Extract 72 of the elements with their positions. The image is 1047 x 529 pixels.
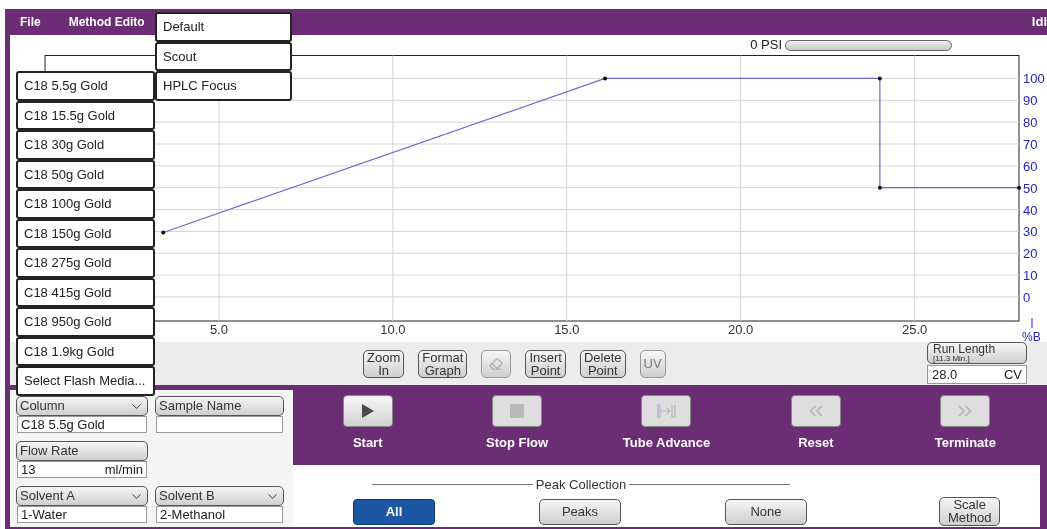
y-axis-title: %B xyxy=(1022,330,1041,344)
field-button[interactable]: Sample Name xyxy=(155,396,284,416)
control-label: Reset xyxy=(798,434,834,452)
x-tick-label: 10.0 xyxy=(380,322,406,337)
y-tick-label: 10 xyxy=(1023,268,1038,284)
menu-item[interactable]: C18 30g Gold xyxy=(16,130,155,160)
input-field[interactable]: C18 5.5g Gold xyxy=(17,416,147,433)
menu-item[interactable]: C18 15.5g Gold xyxy=(16,100,155,130)
x-tick-label: 15.0 xyxy=(554,322,580,337)
pressure-reading: 0 PSI xyxy=(750,36,782,55)
field-button[interactable]: Flow Rate xyxy=(16,441,148,461)
tool-button[interactable]: Format Graph xyxy=(418,349,468,378)
y-tick-label: 50 xyxy=(1023,180,1038,196)
y-tick-label: 60 xyxy=(1023,158,1038,174)
menu-item[interactable]: C18 950g Gold xyxy=(16,307,155,337)
control-label: Tube Advance xyxy=(622,434,711,452)
gradient-point[interactable] xyxy=(1017,185,1021,190)
option-button[interactable]: Peaks xyxy=(539,498,621,525)
y-axis-label: %B xyxy=(1022,317,1041,342)
gradient-point[interactable] xyxy=(603,76,608,81)
option-button[interactable]: All xyxy=(353,498,435,525)
y-tick-label: 70 xyxy=(1023,137,1038,152)
tool-button[interactable]: Zoom In xyxy=(363,349,405,378)
menu-item[interactable]: C18 100g Gold xyxy=(16,189,155,219)
x-tick-label: 20.0 xyxy=(728,322,754,337)
control-label: Stop Flow xyxy=(486,434,549,452)
y-tick-label: 30 xyxy=(1023,224,1038,240)
menu-item[interactable]: Scout xyxy=(155,41,292,71)
group-title: Peak Collection xyxy=(535,476,627,494)
menu-item[interactable]: Method Edito xyxy=(68,13,145,31)
gradient-point[interactable] xyxy=(877,76,882,81)
x-tick-label: 25.0 xyxy=(902,322,928,337)
eraser-icon xyxy=(489,356,504,371)
option-button[interactable]: None xyxy=(725,498,807,525)
y-tick-label: 100 xyxy=(1023,71,1045,87)
dropdown-button[interactable]: Column xyxy=(16,396,148,416)
control-label: Terminate xyxy=(934,434,996,452)
menu-item[interactable]: Select Flash Media... xyxy=(16,366,155,396)
y-tick-label: 80 xyxy=(1023,115,1038,131)
menu-item[interactable]: C18 150g Gold xyxy=(16,218,155,248)
y-tick-label: 0 xyxy=(1023,289,1031,305)
y-tick-label: 90 xyxy=(1023,93,1038,109)
input-field[interactable]: 2-Methanol xyxy=(156,506,283,523)
tube-advance-icon xyxy=(656,403,677,419)
dropdown-button[interactable]: Solvent A xyxy=(16,486,148,506)
run-control-button[interactable] xyxy=(342,395,393,427)
tool-button[interactable]: Insert Point xyxy=(525,349,566,378)
menu-item[interactable]: C18 415g Gold xyxy=(16,277,155,307)
menu-item[interactable]: Default xyxy=(155,12,292,42)
tool-button[interactable]: Delete Point xyxy=(579,349,626,378)
input-field[interactable] xyxy=(156,416,283,433)
play-icon xyxy=(360,403,375,419)
y-tick-label: 40 xyxy=(1023,202,1038,218)
gradient-point[interactable] xyxy=(161,230,166,235)
menu-item[interactable]: C18 1.9kg Gold xyxy=(16,336,155,366)
run-length-button[interactable]: Run Length [11.3 Min.] xyxy=(927,342,1027,364)
x-tick-label: 5.0 xyxy=(209,322,228,337)
scale-method-button[interactable]: Scale Method xyxy=(939,496,1001,526)
input-field[interactable]: 1-Water xyxy=(17,506,147,523)
input-field[interactable]: 13 ml/min xyxy=(17,461,147,478)
dropdown-button[interactable]: Solvent B xyxy=(155,486,284,506)
menu-item[interactable]: C18 275g Gold xyxy=(16,248,155,278)
control-label: Start xyxy=(352,434,383,452)
menu-item[interactable]: C18 5.5g Gold xyxy=(16,71,155,101)
menu-item[interactable]: File xyxy=(20,13,41,31)
stop-icon xyxy=(510,404,525,418)
y-tick-label: 20 xyxy=(1023,246,1038,262)
gradient-point[interactable] xyxy=(877,185,882,190)
status-text: Idl xyxy=(1031,13,1047,32)
menu-item[interactable]: HPLC Focus xyxy=(155,71,292,101)
input-field[interactable]: 28.0 CV xyxy=(927,365,1027,384)
menu-item[interactable]: C18 50g Gold xyxy=(16,159,155,189)
